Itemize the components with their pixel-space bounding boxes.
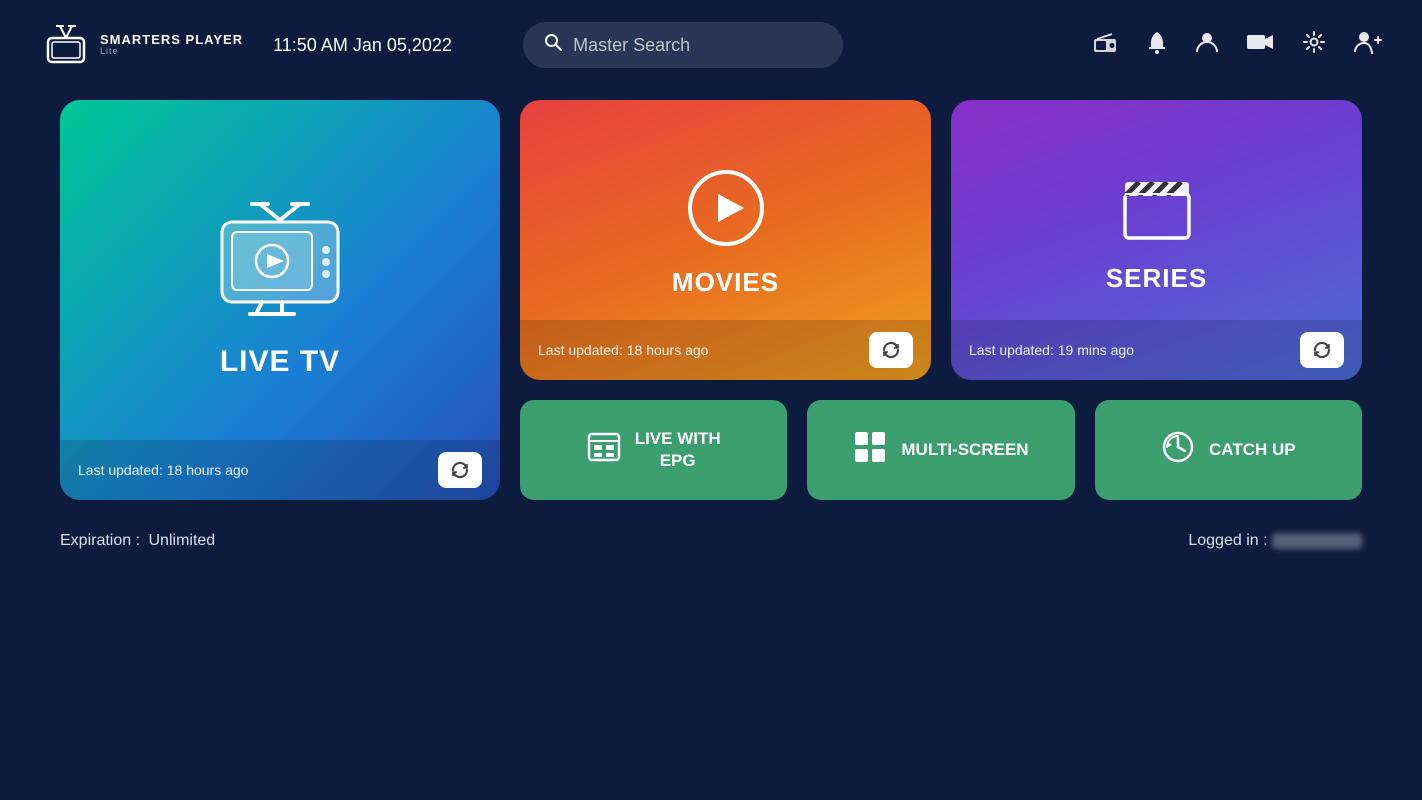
camera-icon[interactable] — [1246, 31, 1274, 59]
live-tv-icon — [210, 202, 350, 327]
bottom-row: LIVE WITHEPG MULTI-SCREEN — [520, 400, 1362, 500]
series-clapper-icon — [1117, 172, 1197, 249]
header: SMARTERS PLAYER Lite 11:50 AM Jan 05,202… — [0, 0, 1422, 90]
expiration-label: Expiration : Unlimited — [60, 532, 215, 549]
series-refresh-button[interactable] — [1300, 332, 1344, 368]
profile-icon[interactable] — [1196, 30, 1218, 60]
top-row: MOVIES Last updated: 18 hours ago — [520, 100, 1362, 380]
movies-update-text: Last updated: 18 hours ago — [538, 342, 708, 358]
series-card[interactable]: SERIES Last updated: 19 mins ago — [951, 100, 1362, 380]
movies-refresh-button[interactable] — [869, 332, 913, 368]
logo[interactable]: SMARTERS PLAYER Lite — [40, 24, 243, 66]
live-tv-update-text: Last updated: 18 hours ago — [78, 462, 248, 478]
series-update-bar: Last updated: 19 mins ago — [951, 320, 1362, 380]
live-epg-label: LIVE WITHEPG — [635, 428, 721, 472]
footer: Expiration : Unlimited Logged in : — [0, 520, 1422, 562]
multiscreen-icon — [853, 430, 887, 471]
live-tv-update-bar: Last updated: 18 hours ago — [60, 440, 500, 500]
header-icons — [1092, 30, 1382, 60]
expiration-info: Expiration : Unlimited — [60, 532, 215, 550]
logo-icon — [40, 24, 92, 66]
main-content: LIVE TV Last updated: 18 hours ago — [0, 90, 1422, 520]
cards-grid: LIVE TV Last updated: 18 hours ago — [60, 100, 1362, 500]
multi-screen-card[interactable]: MULTI-SCREEN — [807, 400, 1074, 500]
live-tv-card[interactable]: LIVE TV Last updated: 18 hours ago — [60, 100, 500, 500]
live-epg-card[interactable]: LIVE WITHEPG — [520, 400, 787, 500]
user-add-icon[interactable] — [1354, 30, 1382, 60]
logged-in-info: Logged in : — [1188, 532, 1362, 550]
live-tv-refresh-button[interactable] — [438, 452, 482, 488]
right-column: MOVIES Last updated: 18 hours ago — [520, 100, 1362, 500]
multi-screen-label: MULTI-SCREEN — [901, 439, 1028, 461]
series-update-text: Last updated: 19 mins ago — [969, 342, 1134, 358]
movies-play-icon — [686, 168, 766, 253]
search-icon — [543, 32, 563, 58]
movies-card[interactable]: MOVIES Last updated: 18 hours ago — [520, 100, 931, 380]
live-tv-label: LIVE TV — [220, 345, 340, 379]
catch-up-label: CATCH UP — [1209, 439, 1296, 461]
search-bar[interactable]: Master Search — [523, 22, 843, 68]
search-placeholder: Master Search — [573, 35, 690, 56]
radio-icon[interactable] — [1092, 31, 1118, 59]
series-label: SERIES — [1106, 263, 1207, 294]
gear-icon[interactable] — [1302, 30, 1326, 60]
catchup-icon — [1161, 430, 1195, 471]
datetime-display: 11:50 AM Jan 05,2022 — [273, 35, 493, 56]
catch-up-card[interactable]: CATCH UP — [1095, 400, 1362, 500]
epg-icon — [587, 430, 621, 471]
logged-in-value — [1272, 533, 1362, 549]
logo-text: SMARTERS PLAYER Lite — [100, 33, 243, 57]
movies-update-bar: Last updated: 18 hours ago — [520, 320, 931, 380]
bell-icon[interactable] — [1146, 30, 1168, 60]
movies-label: MOVIES — [672, 267, 779, 298]
logged-in-label: Logged in : — [1188, 532, 1267, 549]
